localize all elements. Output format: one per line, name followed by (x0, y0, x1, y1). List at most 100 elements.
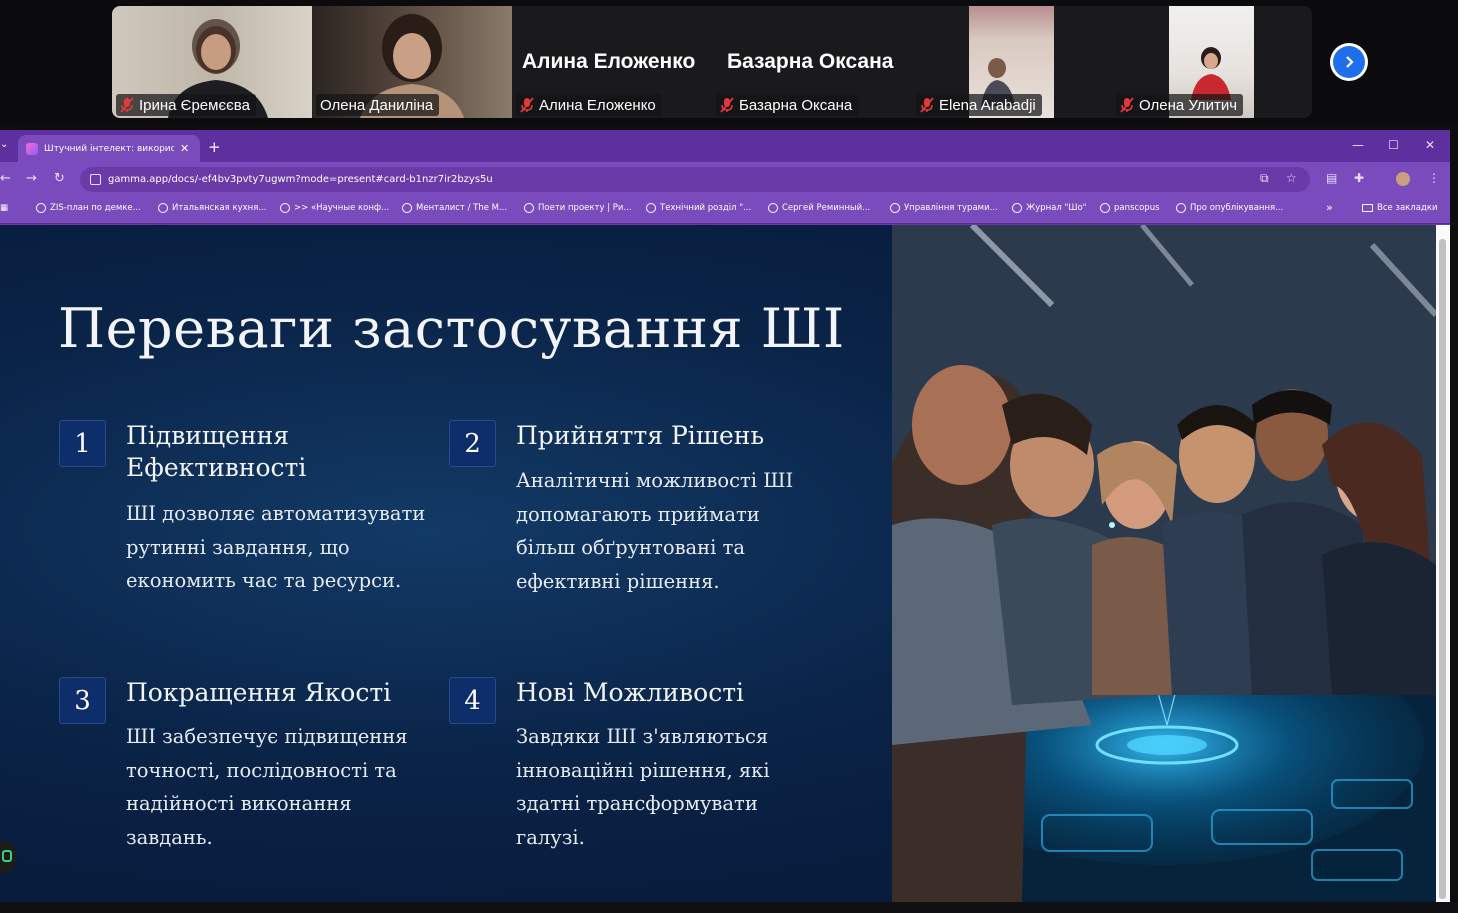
participant-name: Алина Еложенко (539, 96, 656, 114)
globe-icon (1176, 203, 1186, 213)
bookmark-label: Итальянская кухня... (172, 203, 267, 213)
participant-tile-speaking[interactable]: Олена Даниліна (312, 6, 512, 118)
bookmark-label: Все закладки (1377, 203, 1438, 213)
mic-muted-icon (920, 97, 934, 113)
participant-tile[interactable]: Олена Улитич (1112, 6, 1312, 118)
mic-muted-icon (720, 97, 734, 113)
scrollbar-thumb[interactable] (1439, 239, 1446, 899)
participant-name: Базарна Оксана (739, 96, 853, 114)
participant-tile[interactable]: Elena Arabadji (912, 6, 1112, 118)
slide-illustration (892, 225, 1436, 902)
browser-tab-active[interactable]: Штучний інтелект: використан ✕ (18, 135, 200, 162)
card-body: Аналітичні можливості ШІ допомагають при… (516, 469, 794, 593)
card-heading: Покращення Якості (126, 678, 392, 707)
bookmark-item[interactable]: panscopus (1100, 203, 1160, 213)
participant-name: Elena Arabadji (939, 96, 1036, 114)
menu-kebab-icon[interactable]: ⋮ (1428, 171, 1440, 185)
card-number: 4 (449, 677, 496, 724)
bookmark-item[interactable]: ZIS-план по демке... (36, 203, 141, 213)
profile-avatar[interactable] (1396, 172, 1410, 186)
bookmark-label: >> «Научные конф... (294, 203, 390, 213)
bookmark-label: ZIS-план по демке... (50, 203, 141, 213)
url-text: gamma.app/docs/-ef4bv3pvty7ugwm?mode=pre… (108, 174, 493, 185)
card-body: ШІ забезпечує підвищення точності, послі… (126, 725, 408, 849)
browser-window: ⌄ Штучний інтелект: використан ✕ + — ☐ ✕… (0, 130, 1450, 902)
page-scrollbar[interactable] (1436, 225, 1450, 902)
card-heading: Прийняття Рішень (516, 421, 765, 450)
site-info-icon[interactable] (90, 174, 101, 185)
tab-close-button[interactable]: ✕ (180, 142, 189, 155)
reload-icon[interactable]: ↻ (54, 171, 65, 186)
bookmark-item[interactable]: Управління турами... (890, 203, 998, 213)
bookmark-label: Про опублікування... (1190, 203, 1284, 213)
tab-search-icon[interactable]: ⌄ (0, 139, 8, 150)
extension-icon[interactable]: ▤ (1326, 171, 1337, 185)
minimize-icon[interactable]: — (1352, 138, 1364, 152)
bookmark-item[interactable]: Сергей Реминный... (768, 203, 870, 213)
bookmark-star-icon[interactable]: ☆ (1286, 171, 1297, 185)
globe-icon (1100, 203, 1110, 213)
mic-muted-icon (120, 97, 134, 113)
screen: Ірина Єремєєва Олена Даниліна Алина Елож… (0, 0, 1458, 913)
participant-namebar: Базарна Оксана (716, 94, 859, 116)
participant-name: Ірина Єремєєва (139, 96, 250, 114)
next-participants-button[interactable] (1330, 43, 1368, 81)
bookmark-item[interactable]: Итальянская кухня... (158, 203, 266, 213)
bookmarks-bar: ▦ ZIS-план по демке... Итальянская кухня… (0, 196, 1450, 224)
bookmark-label: Журнал "Шо" (1026, 203, 1087, 213)
forward-icon[interactable]: → (26, 171, 37, 186)
globe-icon (402, 203, 412, 213)
url-input[interactable]: gamma.app/docs/-ef4bv3pvty7ugwm?mode=pre… (80, 167, 1310, 192)
tab-bar: ⌄ Штучний інтелект: використан ✕ + — ☐ ✕ (0, 130, 1450, 162)
bookmark-item[interactable]: >> «Научные конф... (280, 203, 389, 213)
globe-icon (280, 203, 290, 213)
participant-namebar: Олена Улитич (1116, 94, 1244, 116)
participant-tile[interactable]: Базарна Оксана Базарна Оксана (712, 6, 912, 118)
bookmark-item[interactable]: Про опублікування... (1176, 203, 1283, 213)
all-bookmarks-folder[interactable]: Все закладки (1362, 203, 1437, 213)
bottom-edge (0, 902, 1458, 913)
participant-tile[interactable]: Алина Еложенко Алина Еложенко (512, 6, 712, 118)
bookmark-label: Менталист / The M... (416, 203, 508, 213)
globe-icon (890, 203, 900, 213)
participant-namebar: Олена Даниліна (316, 94, 440, 116)
bookmark-item[interactable]: Поети проекту | Ри... (524, 203, 632, 213)
globe-icon (1012, 203, 1022, 213)
globe-icon (646, 203, 656, 213)
bookmark-item[interactable]: Технічний розділ "... (646, 203, 751, 213)
card-number: 3 (59, 677, 106, 724)
mic-muted-icon (520, 97, 534, 113)
bookmark-item[interactable]: Менталист / The M... (402, 203, 507, 213)
apps-grid-icon[interactable]: ▦ (0, 203, 8, 213)
participant-namebar: Алина Еложенко (516, 94, 662, 116)
chevron-right-icon (1333, 46, 1365, 78)
presentation-slide: Переваги застосування ШІ 1 Підвищення Еф… (0, 225, 1436, 902)
extensions-puzzle-icon[interactable]: ✚ (1354, 171, 1364, 185)
participant-tile[interactable]: Ірина Єремєєва (112, 6, 312, 118)
slide-title: Переваги застосування ШІ (58, 297, 845, 360)
install-app-icon[interactable]: ⧉ (1260, 171, 1269, 186)
globe-icon (768, 203, 778, 213)
globe-icon (158, 203, 168, 213)
bookmark-item[interactable]: Журнал "Шо" (1012, 203, 1087, 213)
bookmark-label: Сергей Реминный... (782, 203, 871, 213)
card-number: 2 (449, 420, 496, 467)
bookmarks-overflow-button[interactable]: » (1326, 201, 1333, 214)
participant-namebar: Elena Arabadji (916, 94, 1042, 116)
card-number: 1 (59, 420, 106, 467)
card-body: ШІ дозволяє автоматизувати рутинні завда… (126, 502, 426, 592)
maximize-icon[interactable]: ☐ (1388, 138, 1399, 152)
new-tab-button[interactable]: + (208, 138, 221, 156)
card-body: Завдяки ШІ з'являються інноваційні рішен… (516, 725, 770, 849)
globe-icon (524, 203, 534, 213)
gamma-favicon-icon (26, 142, 38, 155)
participant-avatar-name: Алина Еложенко (522, 50, 696, 73)
tab-title: Штучний інтелект: використан (44, 143, 174, 154)
folder-icon (1362, 204, 1373, 212)
card-heading: Підвищення Ефективності (126, 421, 307, 482)
participant-name: Олена Даниліна (320, 96, 434, 114)
globe-icon (36, 203, 46, 213)
close-window-icon[interactable]: ✕ (1425, 138, 1435, 152)
bookmark-label: panscopus (1114, 203, 1160, 213)
back-icon[interactable]: ← (0, 171, 11, 186)
